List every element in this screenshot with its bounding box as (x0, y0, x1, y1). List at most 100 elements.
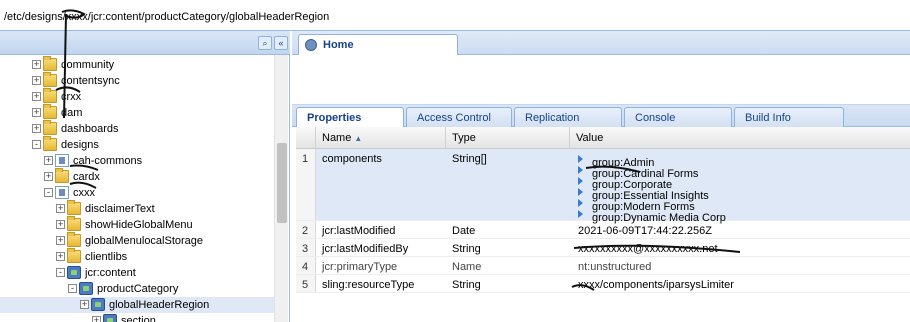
header-value[interactable]: Value (570, 127, 910, 149)
property-name: jcr:lastModifiedBy (322, 243, 409, 255)
property-name: jcr:primaryType (322, 261, 398, 273)
property-value: xxxxxxxxxx@xxxxxxxxxx.net (578, 243, 718, 255)
expand-icon[interactable]: + (56, 252, 65, 261)
expand-icon[interactable]: + (56, 236, 65, 245)
header-name[interactable]: Name ▲ (316, 127, 446, 149)
table-row[interactable]: 1 components String[] group:Admin group:… (296, 149, 910, 224)
tree-node[interactable]: - productCategory (0, 281, 274, 297)
tree-node-label: dashboards (61, 123, 119, 135)
expand-icon[interactable]: + (44, 172, 53, 181)
folder-icon (67, 248, 81, 263)
tree-node[interactable]: + contentsync (0, 72, 274, 89)
tree-node[interactable]: + disclaimerText (0, 200, 274, 217)
binoculars-icon[interactable]: ⌕ (258, 36, 272, 50)
tab-console[interactable]: Console (624, 107, 732, 127)
table-row[interactable]: 2 jcr:lastModified Date 2021-06-09T17:44… (296, 221, 910, 239)
tree-node-label: productCategory (97, 283, 179, 295)
row-number: 4 (296, 257, 316, 274)
tree-node[interactable]: + globalHeaderRegion (0, 297, 274, 313)
tree-node[interactable]: - jcr:content (0, 265, 274, 281)
tab-access-control[interactable]: Access Control (406, 107, 512, 127)
tab-home[interactable]: Home (298, 34, 458, 55)
expand-triangle-icon (578, 210, 583, 218)
tree-node[interactable]: + dam (0, 104, 274, 121)
tree-node[interactable]: + crxx (0, 88, 274, 105)
property-value-list: group:Admin group:Cardinal Forms group:C… (572, 149, 910, 224)
expand-icon[interactable]: + (32, 92, 41, 101)
tree-node-label: jcr:content (85, 267, 136, 279)
table-row[interactable]: 4 jcr:primaryType Name nt:unstructured (296, 257, 910, 275)
tree-node[interactable]: + cah-commons (0, 153, 274, 169)
expand-icon[interactable]: + (32, 108, 41, 117)
path-text[interactable]: /etc/designs/xxxx/jcr:content/productCat… (4, 11, 329, 23)
tree-node[interactable]: - cxxx (0, 185, 274, 201)
tree-node[interactable]: + showHideGlobalMenu (0, 216, 274, 233)
tree-scrollbar-thumb[interactable] (277, 143, 287, 223)
tree-node[interactable]: + clientlibs (0, 248, 274, 265)
content-panel: Home Properties Access Control Replicati… (292, 31, 910, 322)
property-type: String (452, 279, 481, 291)
folder-icon (67, 216, 81, 231)
collapse-icon[interactable]: - (32, 140, 41, 149)
table-row[interactable]: 5 sling:resourceType String xxxx/compone… (296, 275, 910, 293)
property-type: Name (452, 261, 482, 273)
tree-node[interactable]: + section (0, 313, 274, 322)
node-icon (103, 314, 117, 322)
properties-tabbar: Properties Access Control Replication Co… (292, 105, 910, 128)
table-row[interactable]: 3 jcr:lastModifiedBy String xxxxxxxxxx@x… (296, 239, 910, 257)
tree-scrollbar[interactable] (274, 55, 288, 322)
collapse-icon[interactable]: - (56, 268, 65, 277)
tab-build-info[interactable]: Build Info (734, 107, 844, 127)
expand-triangle-icon (578, 199, 583, 207)
tree-node[interactable]: - designs (0, 136, 274, 153)
collapse-left-icon[interactable]: « (274, 36, 288, 50)
properties-grid: Name ▲ Type Value 1 components String[] … (296, 127, 910, 322)
tab-home-label: Home (323, 39, 354, 51)
tree-node-label: dam (61, 107, 83, 119)
expand-icon[interactable]: + (32, 60, 41, 69)
collapse-icon[interactable]: - (44, 188, 53, 197)
tree-node[interactable]: + community (0, 56, 274, 73)
header-type[interactable]: Type (446, 127, 570, 149)
tab-properties[interactable]: Properties (296, 107, 404, 128)
expand-icon[interactable]: + (56, 204, 65, 213)
tab-properties-label: Properties (307, 112, 362, 124)
node-icon (91, 298, 105, 311)
expand-icon[interactable]: + (92, 316, 101, 322)
tree-node[interactable]: + cardx (0, 168, 274, 185)
expand-triangle-icon (578, 177, 583, 185)
property-name: sling:resourceType (322, 279, 415, 291)
tree-node-label: showHideGlobalMenu (85, 219, 193, 231)
folder-icon (67, 232, 81, 247)
expand-icon[interactable]: + (80, 300, 89, 309)
sort-asc-icon: ▲ (354, 134, 363, 143)
tab-replication[interactable]: Replication (514, 107, 622, 127)
property-name: components (322, 153, 382, 165)
address-bar[interactable]: /etc/designs/xxxx/jcr:content/productCat… (0, 0, 910, 31)
collapse-icon[interactable]: - (68, 284, 77, 293)
folder-icon (43, 72, 57, 87)
expand-icon[interactable]: + (56, 220, 65, 229)
property-type: Date (452, 225, 476, 237)
tree-node-label: globalHeaderRegion (109, 299, 210, 311)
tab-console-label: Console (635, 112, 676, 124)
page-icon (55, 186, 69, 199)
row-number: 5 (296, 275, 316, 292)
folder-icon (55, 168, 69, 183)
tree-node[interactable]: + globalMenulocalStorage (0, 232, 274, 249)
tree-node-label: section (121, 315, 156, 322)
tree-node-label: contentsync (61, 75, 120, 87)
tree-node[interactable]: + dashboards (0, 120, 274, 137)
folder-icon (43, 136, 57, 151)
tab-access-control-label: Access Control (417, 112, 491, 124)
folder-icon (67, 200, 81, 215)
expand-icon[interactable]: + (32, 124, 41, 133)
row-number: 1 (296, 149, 316, 220)
tree-node-label: cxxx (73, 187, 95, 199)
tree-panel: ⌕ « + community + contentsync + crxx + dam + dash… (0, 31, 290, 322)
expand-icon[interactable]: + (32, 76, 41, 85)
home-icon (305, 39, 317, 51)
expand-icon[interactable]: + (44, 156, 53, 165)
header-name-label: Name ▲ (322, 132, 363, 144)
header-value-label: Value (576, 132, 604, 144)
